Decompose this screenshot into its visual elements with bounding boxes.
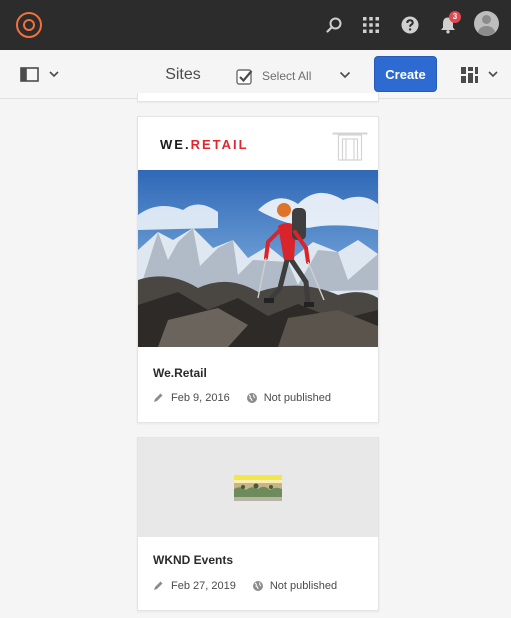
publish-status: Not published [263,392,331,404]
page-title: Sites [165,66,201,83]
modified-date: Feb 27, 2019 [171,580,236,592]
avatar-head [482,15,491,24]
card-title: We.Retail [153,366,207,380]
select-all-label: Select All [262,69,312,83]
user-avatar-icon[interactable] [474,11,499,36]
help-icon[interactable] [398,13,422,37]
site-card[interactable]: WKND Events Feb 27, 2019 Not published [137,437,379,611]
previous-card-edge [137,93,379,102]
pencil-icon [154,393,163,402]
notification-count-badge: 3 [449,11,461,23]
card-meta-row: Feb 9, 2016 Not published [153,392,331,404]
we-retail-logo: WE.RETAIL [160,137,249,152]
card-title: WKND Events [153,553,234,567]
site-thumbnail [138,438,378,537]
create-button[interactable]: Create [374,56,437,92]
checkbox-checked-icon [236,68,253,85]
global-nav-bar: 3 [0,0,511,50]
publish-status: Not published [269,580,338,592]
avatar-body [478,26,495,36]
logo-inner-ring [23,19,35,31]
card-view-icon[interactable] [460,66,500,84]
adobe-experience-cloud-icon[interactable] [16,12,42,38]
modified-date: Feb 9, 2016 [171,392,230,404]
select-all-button[interactable]: Select All [236,67,311,85]
chevron-down-icon[interactable] [339,71,351,79]
globe-icon [246,393,257,403]
pencil-icon [154,581,163,590]
site-thumbnail: WE.RETAIL [138,117,378,347]
site-page-icon [332,132,368,161]
globe-icon [252,581,263,591]
action-bar: Sites Select All Create [0,50,511,99]
panel-toggle-icon[interactable] [20,66,60,84]
apps-grid-icon[interactable] [359,13,383,37]
card-meta-row: Feb 27, 2019 Not published [153,580,337,592]
events-page-preview [234,475,282,501]
site-card[interactable]: WE.RETAIL We.Retail Feb 9, 2016 Not publ… [137,116,379,423]
search-icon[interactable] [322,13,346,37]
hiker-mountain-image [138,170,378,347]
